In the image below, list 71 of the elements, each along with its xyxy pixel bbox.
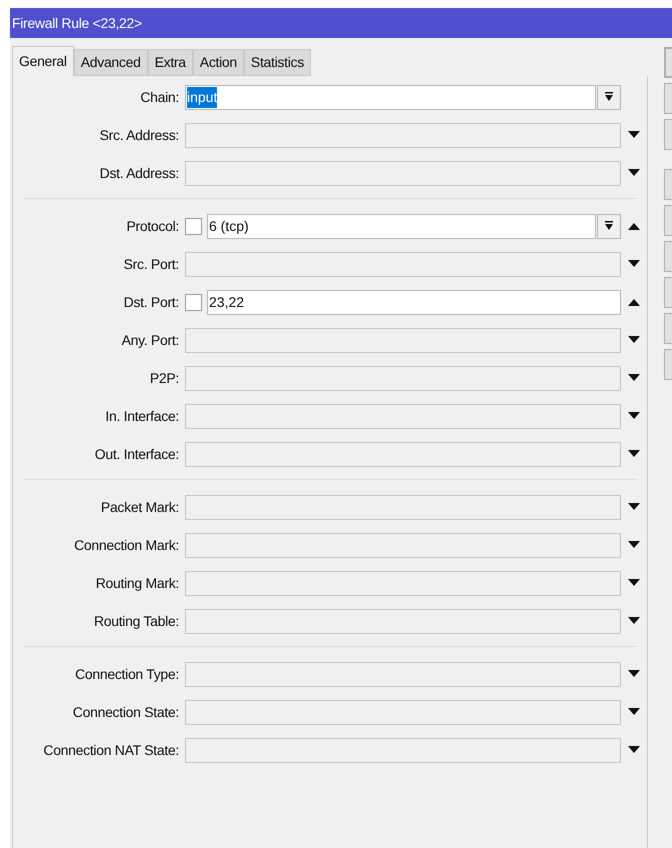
expand-arrow-icon[interactable] bbox=[628, 169, 640, 177]
empty-field[interactable] bbox=[185, 662, 621, 686]
field-label: Routing Mark: bbox=[94, 574, 180, 593]
expand-arrow-icon[interactable] bbox=[628, 336, 640, 344]
field-label: Chain: bbox=[139, 88, 180, 106]
collapse-arrow-icon[interactable] bbox=[628, 222, 640, 230]
side-button[interactable] bbox=[664, 241, 672, 272]
side-button[interactable] bbox=[664, 169, 672, 200]
tab[interactable]: Statistics bbox=[244, 49, 311, 76]
expand-arrow-icon[interactable] bbox=[628, 412, 640, 420]
empty-field[interactable] bbox=[185, 122, 621, 148]
input-field[interactable]: 6 (tcp) bbox=[207, 214, 596, 238]
field-label: P2P: bbox=[148, 368, 180, 388]
field-label: Connection Type: bbox=[74, 664, 180, 684]
field-label: In. Interface: bbox=[104, 406, 180, 426]
checkbox[interactable] bbox=[185, 218, 202, 234]
empty-field[interactable] bbox=[185, 160, 621, 186]
collapse-arrow-icon[interactable] bbox=[628, 298, 640, 306]
side-button[interactable] bbox=[664, 83, 672, 114]
side-button[interactable] bbox=[664, 205, 672, 236]
empty-field[interactable] bbox=[185, 404, 621, 428]
empty-field[interactable] bbox=[185, 608, 621, 634]
field-label: Packet Mark: bbox=[100, 498, 180, 516]
tab[interactable]: Extra bbox=[148, 49, 193, 76]
field-label: Connection NAT State: bbox=[42, 740, 180, 760]
expand-arrow-icon[interactable] bbox=[628, 503, 640, 511]
side-button[interactable] bbox=[664, 47, 672, 78]
expand-arrow-icon[interactable] bbox=[628, 670, 640, 678]
tab[interactable]: Advanced bbox=[74, 49, 148, 76]
empty-field[interactable] bbox=[185, 738, 621, 762]
expand-arrow-icon[interactable] bbox=[628, 131, 640, 139]
tab[interactable]: Action bbox=[192, 49, 244, 76]
dropdown-arrow-icon bbox=[604, 92, 614, 102]
field-label: Dst. Address: bbox=[98, 164, 180, 182]
empty-field[interactable] bbox=[185, 366, 621, 390]
dropdown-button[interactable] bbox=[597, 214, 621, 238]
expand-arrow-icon[interactable] bbox=[628, 708, 640, 716]
empty-field[interactable] bbox=[185, 570, 621, 596]
side-button[interactable] bbox=[664, 277, 672, 308]
field-label: Protocol: bbox=[125, 216, 180, 236]
expand-arrow-icon[interactable] bbox=[628, 260, 640, 268]
expand-arrow-icon[interactable] bbox=[628, 579, 640, 587]
empty-field[interactable] bbox=[185, 700, 621, 724]
field-label: Routing Table: bbox=[92, 612, 180, 631]
input-field[interactable]: 23,22 bbox=[207, 290, 621, 314]
empty-field[interactable] bbox=[185, 532, 621, 558]
empty-field[interactable] bbox=[185, 442, 621, 466]
checkbox[interactable] bbox=[185, 294, 202, 310]
dropdown-arrow-icon bbox=[604, 221, 614, 231]
window-title: Firewall Rule <23,22> bbox=[12, 14, 142, 32]
input-field[interactable]: input bbox=[185, 84, 596, 110]
field-label: Connection State: bbox=[72, 702, 180, 722]
field-label: Any. Port: bbox=[120, 330, 180, 350]
dropdown-button[interactable] bbox=[597, 84, 621, 110]
field-label: Out. Interface: bbox=[94, 444, 180, 464]
side-button[interactable] bbox=[664, 119, 672, 150]
expand-arrow-icon[interactable] bbox=[628, 450, 640, 458]
expand-arrow-icon[interactable] bbox=[628, 746, 640, 754]
field-label: Src. Port: bbox=[122, 254, 180, 274]
side-button[interactable] bbox=[664, 349, 672, 380]
field-label: Dst. Port: bbox=[122, 292, 180, 312]
empty-field[interactable] bbox=[185, 328, 621, 352]
side-button[interactable] bbox=[664, 313, 672, 344]
empty-field[interactable] bbox=[185, 494, 621, 520]
expand-arrow-icon[interactable] bbox=[628, 541, 640, 549]
empty-field[interactable] bbox=[185, 252, 621, 276]
expand-arrow-icon[interactable] bbox=[628, 374, 640, 382]
field-label: Src. Address: bbox=[98, 126, 180, 144]
field-label: Connection Mark: bbox=[73, 536, 180, 554]
expand-arrow-icon[interactable] bbox=[628, 617, 640, 625]
tab[interactable]: General bbox=[12, 46, 74, 76]
